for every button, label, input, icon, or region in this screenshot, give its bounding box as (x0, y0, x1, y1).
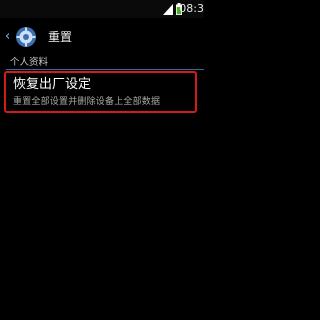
back-button[interactable]: ‹ (5, 22, 45, 52)
section-divider (6, 69, 204, 70)
action-bar: ‹ 重置 (0, 22, 204, 52)
factory-reset-item[interactable]: 恢复出厂设定 重置全部设置并删除设备上全部数据 (4, 71, 197, 113)
status-bar: 08:3 (0, 0, 204, 18)
status-time: 08:3 (179, 2, 204, 15)
chevron-left-icon: ‹ (5, 29, 11, 44)
page-title: 重置 (48, 30, 73, 44)
item-title: 恢复出厂设定 (13, 77, 92, 92)
item-description: 重置全部设置并删除设备上全部数据 (13, 97, 161, 107)
signal-icon (163, 3, 173, 15)
section-header: 个人资料 (10, 57, 49, 68)
gear-icon (15, 26, 37, 48)
